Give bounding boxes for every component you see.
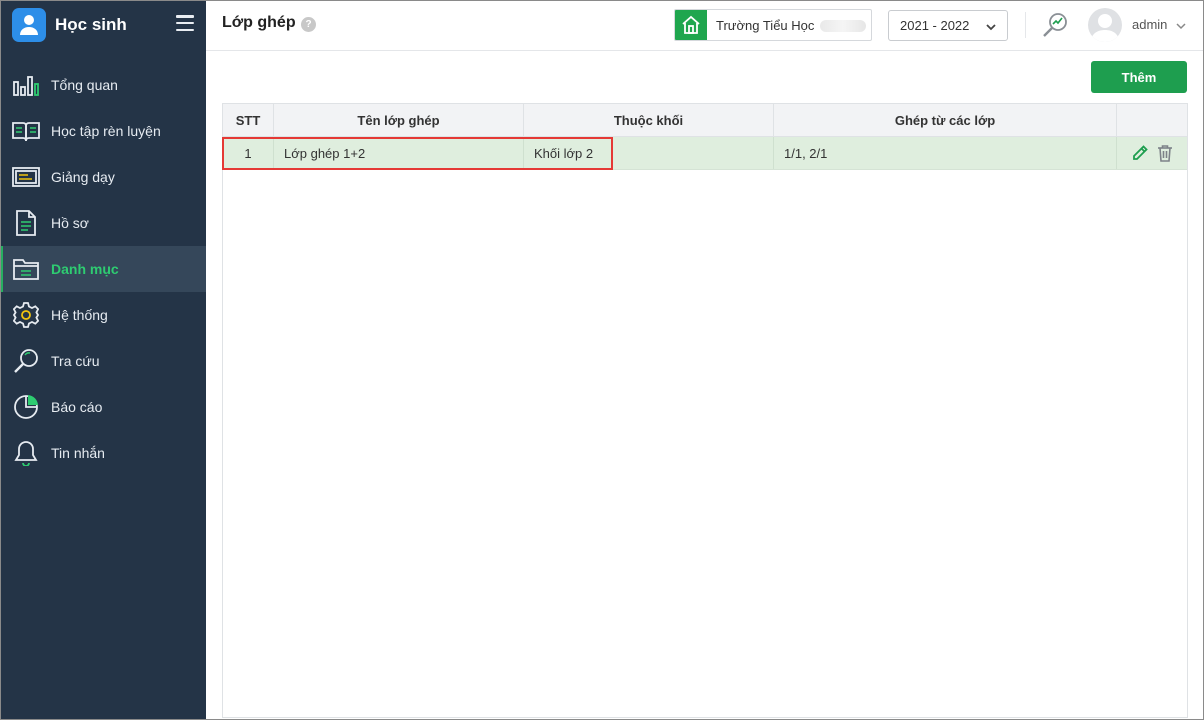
sidebar-item-label: Học tập rèn luyện: [51, 123, 161, 139]
pie-chart-icon: [12, 393, 40, 421]
column-header-grade[interactable]: Thuộc khối: [524, 104, 774, 136]
sidebar-item-ho-so[interactable]: Hồ sơ: [0, 200, 206, 246]
presentation-board-icon: [12, 163, 40, 191]
gear-icon: [12, 301, 40, 329]
sidebar-item-label: Hệ thống: [51, 307, 108, 323]
school-name: Trường Tiểu Học: [716, 18, 867, 33]
sidebar-item-label: Giảng dạy: [51, 169, 115, 185]
edit-pencil-icon[interactable]: [1131, 144, 1149, 162]
bell-icon: [12, 439, 40, 467]
search-icon: [12, 347, 40, 375]
sidebar: Học sinh Tổng quan Học tập rèn luyện Giả…: [0, 0, 206, 720]
sidebar-item-hoc-tap-ren-luyen[interactable]: Học tập rèn luyện: [0, 108, 206, 154]
column-header-actions: [1117, 104, 1187, 136]
sidebar-item-bao-cao[interactable]: Báo cáo: [0, 384, 206, 430]
sidebar-item-label: Báo cáo: [51, 399, 103, 415]
chevron-down-icon: [985, 20, 997, 35]
sidebar-item-label: Danh mục: [51, 261, 119, 277]
redacted-text: [820, 20, 867, 33]
school-home-icon: [675, 10, 707, 40]
help-icon[interactable]: ?: [301, 17, 316, 32]
user-logo-icon: [12, 8, 46, 42]
user-name[interactable]: admin: [1132, 17, 1167, 32]
delete-trash-icon[interactable]: [1157, 144, 1173, 162]
cell-actions: [1117, 137, 1187, 169]
add-button[interactable]: Thêm: [1091, 61, 1187, 93]
chevron-down-icon[interactable]: [1175, 19, 1187, 34]
sidebar-item-giang-day[interactable]: Giảng dạy: [0, 154, 206, 200]
data-table: STT Tên lớp ghép Thuộc khối Ghép từ các …: [222, 103, 1188, 718]
book-icon: [12, 117, 40, 145]
sidebar-item-tong-quan[interactable]: Tổng quan: [0, 62, 206, 108]
avatar[interactable]: [1088, 8, 1122, 42]
document-icon: [12, 209, 40, 237]
school-year-value: 2021 - 2022: [900, 18, 970, 33]
menu-toggle-icon[interactable]: [176, 15, 194, 31]
school-year-select[interactable]: 2021 - 2022: [888, 10, 1008, 41]
sidebar-item-tin-nhan[interactable]: Tin nhắn: [0, 430, 206, 476]
school-selector[interactable]: Trường Tiểu Học: [674, 9, 872, 41]
column-header-merged-from[interactable]: Ghép từ các lớp: [774, 104, 1117, 136]
sidebar-item-he-thong[interactable]: Hệ thống: [0, 292, 206, 338]
table-row[interactable]: 1 Lớp ghép 1+2 Khối lớp 2 1/1, 2/1: [223, 137, 1187, 170]
table-header: STT Tên lớp ghép Thuộc khối Ghép từ các …: [223, 104, 1187, 137]
cell-merged-from: 1/1, 2/1: [774, 137, 1117, 169]
lookup-search-icon[interactable]: [1040, 10, 1070, 40]
folder-icon: [12, 255, 40, 283]
bar-chart-icon: [12, 71, 40, 99]
sidebar-item-label: Tổng quan: [51, 77, 118, 93]
app-title: Học sinh: [55, 15, 127, 34]
cell-name: Lớp ghép 1+2: [274, 137, 524, 169]
top-header: Lớp ghép ? Trường Tiểu Học 2021 - 2022 a…: [206, 0, 1204, 51]
page-title: Lớp ghép: [222, 14, 296, 31]
sidebar-item-label: Tra cứu: [51, 353, 100, 369]
column-header-name[interactable]: Tên lớp ghép: [274, 104, 524, 136]
column-header-stt[interactable]: STT: [223, 104, 274, 136]
cell-stt: 1: [223, 137, 274, 169]
sidebar-item-tra-cuu[interactable]: Tra cứu: [0, 338, 206, 384]
sidebar-item-label: Tin nhắn: [51, 445, 105, 461]
cell-grade: Khối lớp 2: [524, 137, 774, 169]
sidebar-item-label: Hồ sơ: [51, 215, 89, 231]
sidebar-item-danh-muc[interactable]: Danh mục: [0, 246, 206, 292]
header-divider: [1025, 12, 1026, 38]
sidebar-nav: Tổng quan Học tập rèn luyện Giảng dạy Hồ…: [0, 62, 206, 476]
